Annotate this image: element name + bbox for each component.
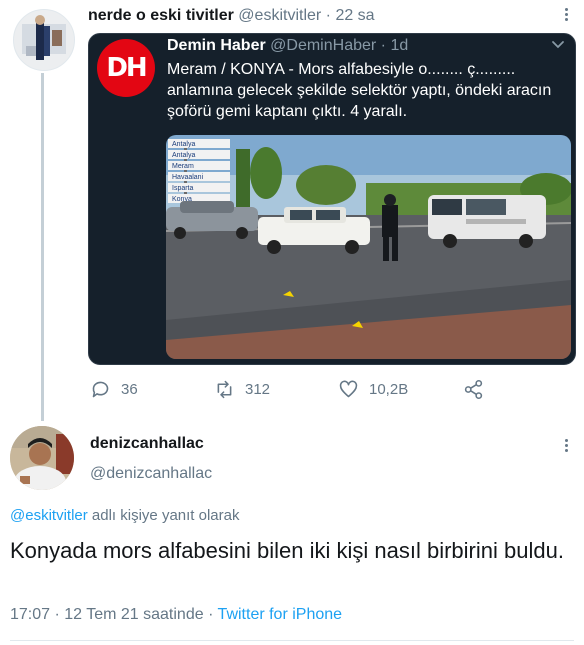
tweet-timestamp: 17:07 · 12 Tem 21 saatinde · <box>10 606 218 623</box>
chevron-down-icon[interactable] <box>551 38 565 52</box>
sign-text: Isparta <box>172 185 194 192</box>
divider <box>10 640 574 641</box>
quoted-tweet-card[interactable]: DH Demin Haber @DeminHaber · 1d Meram / … <box>88 33 576 365</box>
reply-context-text: adlı kişiye yanıt olarak <box>87 507 240 524</box>
tweet-meta: 17:07 · 12 Tem 21 saatinde · Twitter for… <box>10 606 342 624</box>
road-scene-image: Antalya Antalya Meram Havaalani Isparta … <box>166 135 571 359</box>
retweet-count: 312 <box>245 380 271 398</box>
author-handle[interactable]: @eskitvitler <box>238 7 321 24</box>
avatar[interactable] <box>13 9 75 71</box>
sign-text: Meram <box>172 163 194 170</box>
reply-text: Konyada mors alfabesini bilen iki kişi n… <box>10 538 564 563</box>
more-options-icon[interactable] <box>559 437 573 455</box>
like-button[interactable]: 10,2B <box>338 377 408 401</box>
reply-icon <box>92 381 109 397</box>
more-options-icon[interactable] <box>559 6 573 24</box>
tweet-actions: 36 312 10,2B <box>88 377 574 403</box>
author-handle[interactable]: @denizcanhallac <box>90 465 212 483</box>
avatar-image <box>14 10 74 70</box>
logo-text: DH <box>106 53 147 83</box>
reply-count: 36 <box>121 380 138 398</box>
tweet-header: nerde o eski tivitler @eskitvitler · 22 … <box>88 7 375 25</box>
author-name[interactable]: denizcanhallac <box>90 435 204 453</box>
sign-text: Antalya <box>172 152 195 159</box>
quoted-tweet-header: Demin Haber @DeminHaber · 1d <box>167 37 408 55</box>
quoted-author-name[interactable]: Demin Haber <box>167 37 266 54</box>
source-link[interactable]: Twitter for iPhone <box>218 606 343 623</box>
reply-mention-link[interactable]: @eskitvitler <box>10 507 88 524</box>
quoted-tweet-time[interactable]: 1d <box>390 37 408 54</box>
heart-icon <box>339 380 358 397</box>
avatar-image <box>10 426 74 490</box>
share-button[interactable] <box>463 377 494 401</box>
retweet-icon <box>217 380 232 398</box>
like-count: 10,2B <box>369 380 409 398</box>
share-icon <box>464 379 483 399</box>
retweet-button[interactable]: 312 <box>214 377 270 401</box>
thread-line <box>41 73 44 421</box>
quoted-tweet-text: Meram / KONYA - Mors alfabesiyle o......… <box>167 61 552 120</box>
quoted-author-handle[interactable]: @DeminHaber <box>270 37 376 54</box>
sign-text: Havaalani <box>172 174 204 181</box>
news-photo[interactable]: Antalya Antalya Meram Havaalani Isparta … <box>166 135 571 359</box>
reply-context: @eskitvitler adlı kişiye yanıt olarak <box>10 507 240 524</box>
reply-button[interactable]: 36 <box>90 377 138 401</box>
sign-text: Antalya <box>172 141 195 148</box>
avatar[interactable] <box>10 426 74 490</box>
time-separator: · <box>321 7 336 24</box>
author-name[interactable]: nerde o eski tivitler <box>88 7 234 24</box>
tweet-time[interactable]: 22 sa <box>335 7 374 24</box>
quoted-time-separator: · <box>376 37 391 54</box>
news-logo[interactable]: DH <box>97 39 155 97</box>
